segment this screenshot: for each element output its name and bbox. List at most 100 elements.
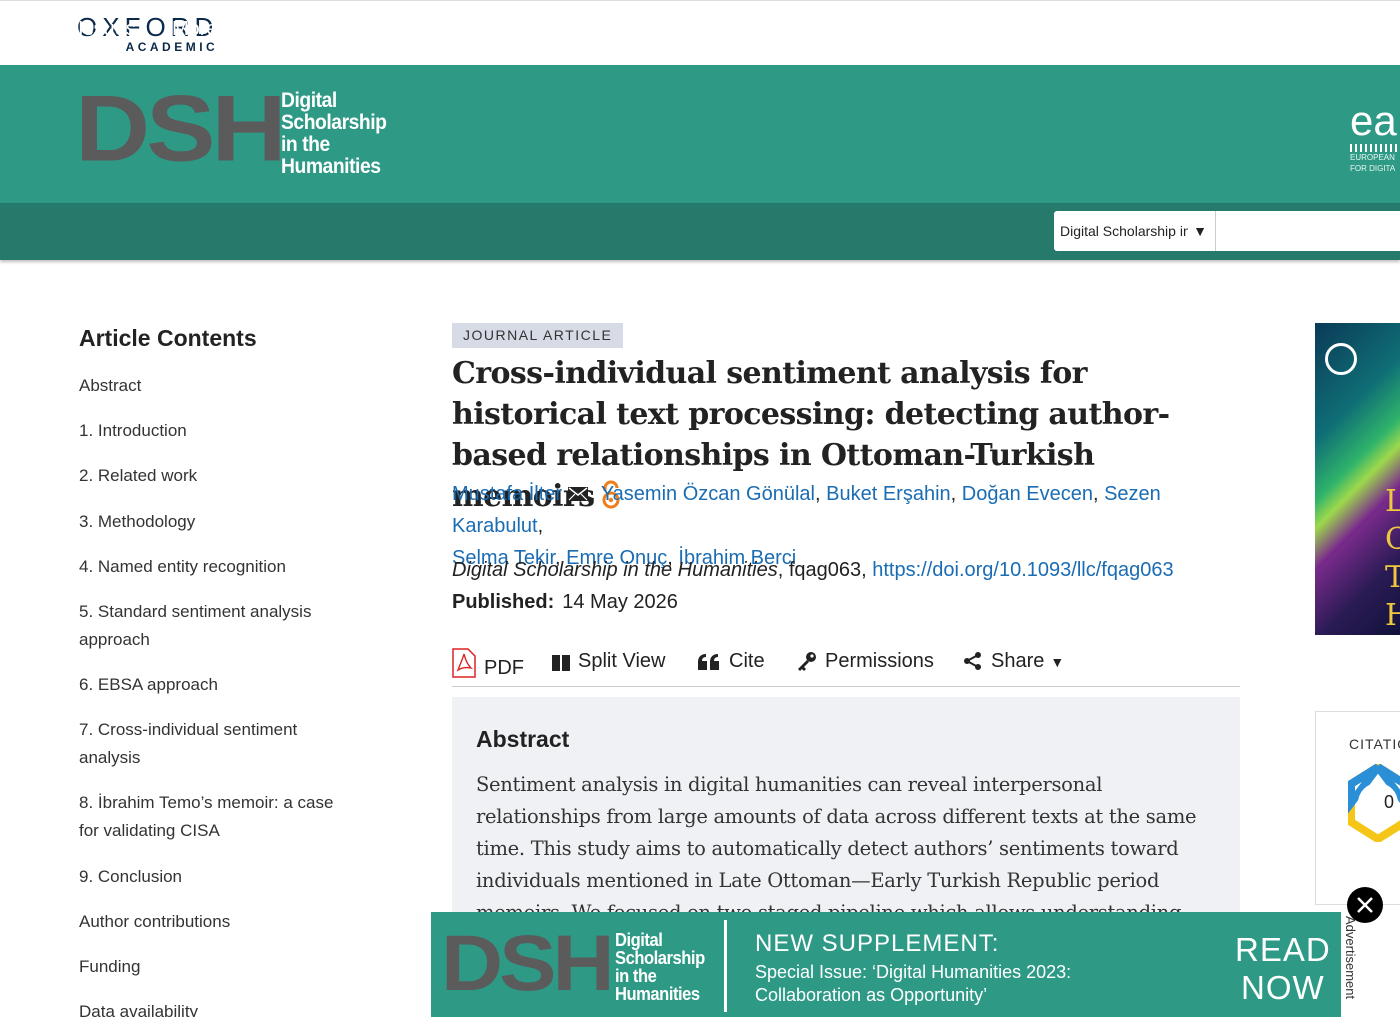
citations-label: CITATIONS	[1349, 736, 1400, 752]
partner-text-line: FOR DIGITA	[1350, 164, 1396, 173]
ad-journal-logo: DSH	[441, 919, 615, 1008]
nav-issues[interactable]: Issues	[78, 18, 136, 40]
envelope-icon[interactable]	[568, 479, 589, 501]
pdf-label: PDF	[484, 657, 524, 679]
partner-logo-bars	[1350, 144, 1400, 152]
article-tools: PDF Split View Cite Permissions Share ▼	[452, 644, 1240, 687]
article-type-badge: JOURNAL ARTICLE	[452, 323, 624, 348]
published-label: Published:	[452, 591, 555, 613]
caret-down-icon: ▼	[1193, 223, 1207, 239]
nav-about[interactable]: About ▼	[872, 18, 945, 41]
close-icon	[1357, 897, 1373, 913]
cover-letter: H	[1385, 598, 1400, 633]
author-link[interactable]: Buket Erşahin	[826, 483, 951, 505]
toc-item-conclusion[interactable]: 9. Conclusion	[79, 863, 349, 891]
cover-letter: L	[1385, 484, 1400, 519]
journal-name-line: Humanities	[281, 155, 381, 178]
nav-label: Purchase	[660, 18, 745, 40]
author-link[interactable]: Mustafa İlter	[452, 483, 562, 505]
nav-more-content[interactable]: More Content ▼	[172, 18, 314, 41]
supplement-ad-banner[interactable]: DSH Digital Scholarship in the Humanitie…	[431, 912, 1341, 1017]
search-input[interactable]	[1216, 211, 1400, 251]
caret-down-icon: ▼	[300, 21, 315, 37]
partner-text-line: EUROPEAN	[1350, 153, 1395, 162]
ad-journal-name: Digital Scholarship in the Humanities	[615, 931, 705, 1003]
doi-link[interactable]: https://doi.org/10.1093/llc/fqag063	[872, 559, 1173, 581]
toc-item-data-availability[interactable]: Data availability	[79, 998, 349, 1017]
published-line: Published: 14 May 2026	[452, 588, 678, 616]
advertisement-label: Advertisement	[1341, 912, 1363, 1017]
permissions-button[interactable]: Permissions	[797, 648, 934, 674]
caret-down-icon: ▼	[931, 21, 946, 37]
read-now-line: NOW	[1241, 969, 1325, 1006]
share-label: Share	[991, 650, 1045, 672]
share-icon	[964, 652, 981, 670]
nav-alerts[interactable]: Alerts	[782, 18, 833, 40]
toc-item-author-contributions[interactable]: Author contributions	[79, 908, 349, 936]
toc-item-standard-sa[interactable]: 5. Standard sentiment analysis approach	[79, 598, 349, 654]
nav-label: Submit	[536, 18, 599, 40]
split-view-label: Split View	[578, 650, 666, 672]
cover-letter: C	[1385, 522, 1400, 557]
read-now-line: READ	[1235, 931, 1331, 968]
caret-down-icon: ▼	[605, 21, 620, 37]
journal-name-line: in the	[281, 133, 330, 156]
cover-letters: L C T H	[1385, 483, 1400, 635]
cite-label: Cite	[729, 650, 765, 672]
toc-item-ebsa[interactable]: 6. EBSA approach	[79, 671, 349, 699]
read-now-button[interactable]: READ NOW	[1235, 931, 1331, 1007]
close-ad-button[interactable]	[1347, 887, 1383, 923]
toc-item-ner[interactable]: 4. Named entity recognition	[79, 553, 349, 581]
nav-submit[interactable]: Submit ▼	[536, 18, 619, 41]
toc-item-abstract[interactable]: Abstract	[79, 372, 349, 400]
article-id: , fqag063,	[777, 559, 873, 581]
ad-journal-name-line: Digital	[615, 930, 663, 950]
toc-item-related-work[interactable]: 2. Related work	[79, 462, 349, 490]
author-link[interactable]: Yasemin Özcan Gönülal	[601, 483, 815, 505]
ad-journal-name-line: in the	[615, 966, 657, 986]
journal-name-line: Digital	[281, 89, 337, 112]
nav-label: Alerts	[782, 18, 834, 40]
journal-logo[interactable]: DSH	[75, 82, 287, 176]
oup-round-logo	[1325, 343, 1357, 375]
pdf-button[interactable]: PDF	[452, 648, 524, 681]
toc-item-methodology[interactable]: 3. Methodology	[79, 508, 349, 536]
toc-item-funding[interactable]: Funding	[79, 953, 349, 981]
pdf-icon	[452, 648, 476, 678]
nav-label: About	[872, 18, 925, 40]
nav-purchase[interactable]: Purchase	[660, 18, 745, 40]
nav-label: Advance articles	[351, 18, 498, 40]
partner-abbr: ea	[1350, 97, 1397, 144]
cite-button[interactable]: Cite	[697, 648, 765, 674]
nav-label: Issues	[78, 18, 136, 40]
caret-down-icon: ▼	[1050, 654, 1065, 670]
abstract-heading: Abstract	[476, 726, 570, 752]
published-date: 14 May 2026	[562, 591, 678, 613]
share-button[interactable]: Share ▼	[963, 648, 1064, 675]
toc-title: Article Contents	[79, 325, 257, 351]
ad-journal-name-line: Scholarship	[615, 948, 705, 968]
logo-line-2: ACADEMIC	[125, 40, 219, 54]
cover-letter: T	[1385, 560, 1400, 595]
quote-icon	[698, 654, 719, 670]
advertisement-label-text: Advertisement	[1343, 916, 1358, 1000]
search-scope-select[interactable]: Digital Scholarship in the Humanities ▼	[1054, 211, 1216, 251]
citations-widget[interactable]: CITATIONS 0	[1315, 711, 1400, 905]
toc-item-introduction[interactable]: 1. Introduction	[79, 417, 349, 445]
split-view-button[interactable]: Split View	[552, 648, 665, 674]
nav-advance-articles[interactable]: Advance articles	[351, 18, 498, 40]
ad-headline: NEW SUPPLEMENT:	[755, 930, 1000, 957]
key-icon	[798, 652, 816, 671]
permissions-label: Permissions	[825, 650, 934, 672]
citation-line: Digital Scholarship in the Humanities, f…	[452, 556, 1242, 584]
split-view-icon	[552, 655, 570, 671]
toc-item-temo-memoir[interactable]: 8. İbrahim Temo’s memoir: a case for val…	[79, 789, 349, 845]
ad-divider	[724, 920, 727, 1012]
author-link[interactable]: Doğan Evecen	[962, 483, 1093, 505]
search-scope-value: Digital Scholarship in the Humanities	[1060, 223, 1188, 239]
journal-cover-ad[interactable]: L C T H	[1315, 323, 1400, 635]
ad-subtext: Special Issue: ‘Digital Humanities 2023:…	[755, 962, 1072, 1005]
toc-item-cisa[interactable]: 7. Cross-individual sentiment analysis	[79, 716, 349, 772]
partner-logo[interactable]: ea EUROPEAN FOR DIGITA	[1350, 100, 1400, 174]
journal-title: Digital Scholarship in the Humanities	[452, 559, 778, 581]
